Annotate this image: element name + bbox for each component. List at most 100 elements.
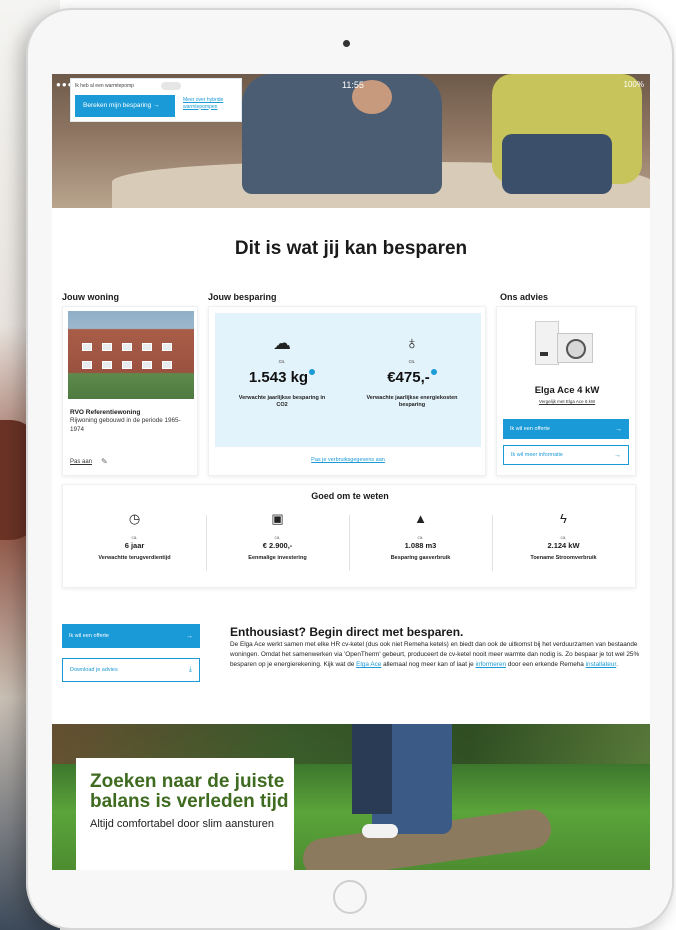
hybrid-heatpump-link[interactable]: Meer over hybride warmtepompen <box>183 97 239 110</box>
download-advice-label: Download je advies <box>70 667 118 673</box>
wallet-icon: ▣ <box>271 511 284 526</box>
more-info-button[interactable]: Ik wil meer informatie → <box>503 445 629 465</box>
kosten-label: Verwachte jaarlijkse energiekosten bespa… <box>366 395 458 409</box>
more-info-button-label: Ik wil meer informatie <box>511 452 563 458</box>
house-window <box>102 361 112 369</box>
battery-label: 100% <box>623 80 644 89</box>
cta-quote-button[interactable]: Ik wil een offerte → <box>62 624 200 648</box>
woning-heading: Jouw woning <box>62 292 119 302</box>
calculator-toggle-label: Ik heb al een warmtepomp <box>75 83 134 89</box>
house-window <box>162 343 172 351</box>
house-photo <box>68 311 194 399</box>
edit-usage-link[interactable]: Pas je verbruiksgegevens aan <box>209 457 487 463</box>
item-ca: ca. <box>274 535 281 540</box>
house-window <box>82 361 92 369</box>
kosten-ca: ca. <box>408 359 416 365</box>
co2-cloud-icon: ☁ <box>273 333 291 353</box>
compare-link[interactable]: Vergelijk met Elga Ace 6 kW <box>497 399 637 404</box>
fan-icon <box>566 339 586 359</box>
item-label: Besparing gasverbruik <box>390 555 451 561</box>
item-value: € 2.900,- <box>262 541 293 550</box>
advies-card: Elga Ace 4 kW Vergelijk met Elga Ace 6 k… <box>496 306 636 476</box>
piggy-bank-icon: ♁ <box>405 333 419 353</box>
calculator-card: Ik heb al een warmtepomp Bereken mijn be… <box>70 78 242 122</box>
cta-quote-label: Ik wil een offerte <box>69 633 109 639</box>
inform-link[interactable]: informeren <box>476 661 507 668</box>
quote-button-label: Ik wil een offerte <box>510 426 550 432</box>
hero-person-legs <box>502 134 612 194</box>
co2-value: 1.543 kg <box>227 369 337 386</box>
item-label: Eenmalige investering <box>248 555 307 561</box>
heatpump-indoor-unit <box>535 321 559 365</box>
hero-image: ●●●● 11:55 100% Ik heb al een warmtepomp… <box>52 74 650 208</box>
info-icon[interactable] <box>430 369 437 375</box>
pencil-icon[interactable]: ✎ <box>101 457 108 466</box>
download-advice-button[interactable]: Download je advies ⤓ <box>62 658 200 682</box>
bottom-banner: Zoeken naar de juiste balans is verleden… <box>52 724 650 870</box>
besparing-heading: Jouw besparing <box>208 292 277 302</box>
item-value: 2.124 kW <box>547 541 580 550</box>
good-to-know-item: ▣ ca. € 2.900,- Eenmalige investering <box>206 507 349 581</box>
text-segment: door een erkende Remeha <box>506 660 586 668</box>
elga-ace-link[interactable]: Elga Ace <box>356 661 381 668</box>
arrow-right-icon: → <box>614 451 621 459</box>
tablet-screen: ●●●● 11:55 100% Ik heb al een warmtepomp… <box>52 74 650 870</box>
advies-heading: Ons advies <box>500 292 549 302</box>
woning-description: Rijwoning gebouwd in de periode 1965-197… <box>70 417 181 433</box>
good-to-know-item: ▲ ca. 1.088 m3 Besparing gasverbruik <box>349 507 492 581</box>
good-to-know-title: Goed om te weten <box>311 491 389 501</box>
calculator-toggle[interactable] <box>161 82 181 90</box>
co2-label: Verwachte jaarlijkse besparing in CO2 <box>238 395 326 409</box>
quote-button[interactable]: Ik wil een offerte → <box>503 419 629 439</box>
banner-child <box>352 724 392 814</box>
info-icon[interactable] <box>309 369 316 375</box>
calculate-savings-button[interactable]: Bereken mijn besparing → <box>75 95 175 117</box>
home-button[interactable] <box>333 880 367 914</box>
woning-card: RVO Referentiewoning Rijwoning gebouwd i… <box>62 306 198 476</box>
item-value: 6 jaar <box>124 541 145 550</box>
banner-textbox: Zoeken naar de juiste balans is verleden… <box>76 758 294 870</box>
kosten-value-text: €475,- <box>387 369 430 386</box>
arrow-right-icon: → <box>186 632 193 640</box>
item-ca: ca. <box>560 535 567 540</box>
house-window <box>82 343 92 351</box>
good-to-know-item: ◷ ca. 6 jaar Verwachtte terugverdientijd <box>63 507 206 581</box>
woning-name: RVO Referentiewoning <box>70 409 141 416</box>
besparing-panel: ☁ ca. 1.543 kg Verwachte jaarlijkse besp… <box>215 313 481 447</box>
installer-link[interactable]: installateur <box>586 661 617 668</box>
good-to-know-item: ϟ ca. 2.124 kW Toename Stroomverbruik <box>492 507 635 581</box>
calculate-savings-label: Bereken mijn besparing <box>83 102 152 109</box>
item-label: Toename Stroomverbruik <box>530 555 597 561</box>
banner-subtitle: Altijd comfortabel door slim aansturen <box>90 817 275 830</box>
item-ca: ca. <box>417 535 424 540</box>
enthusiast-title: Enthousiast? Begin direct met besparen. <box>230 625 464 639</box>
house-window <box>122 343 132 351</box>
text-segment: . <box>616 660 618 668</box>
page-title: Dit is wat jij kan besparen <box>234 238 468 259</box>
status-time: 11:55 <box>342 80 364 90</box>
house-window <box>162 361 172 369</box>
banner-shoe <box>362 824 398 838</box>
clock-icon: ◷ <box>128 511 141 526</box>
item-label: Verwachtte terugverdientijd <box>98 555 171 561</box>
control-panel <box>540 352 548 356</box>
camera-icon <box>343 40 350 47</box>
tablet-frame: ●●●● 11:55 100% Ik heb al een warmtepomp… <box>26 8 674 930</box>
item-value: 1.088 m3 <box>404 541 437 550</box>
edit-woning-link[interactable]: Pas aan <box>70 459 92 465</box>
download-icon: ⤓ <box>188 666 192 673</box>
house-window <box>142 361 152 369</box>
product-name: Elga Ace 4 kW <box>534 385 600 396</box>
flame-icon: ▲ <box>414 511 427 526</box>
co2-ca: ca. <box>278 359 286 365</box>
kosten-value: €475,- <box>357 369 467 386</box>
arrow-right-icon: → <box>615 425 622 433</box>
co2-value-text: 1.543 kg <box>248 369 309 386</box>
house-window <box>122 361 132 369</box>
besparing-card: ☁ ca. 1.543 kg Verwachte jaarlijkse besp… <box>208 306 486 476</box>
item-ca: ca. <box>131 535 138 540</box>
house-window <box>142 343 152 351</box>
text-segment: allemaal nog meer kan of laat je <box>381 660 476 668</box>
good-to-know-card: Goed om te weten ◷ ca. 6 jaar Verwachtte… <box>62 484 636 588</box>
banner-title: Zoeken naar de juiste balans is verleden… <box>90 771 289 813</box>
